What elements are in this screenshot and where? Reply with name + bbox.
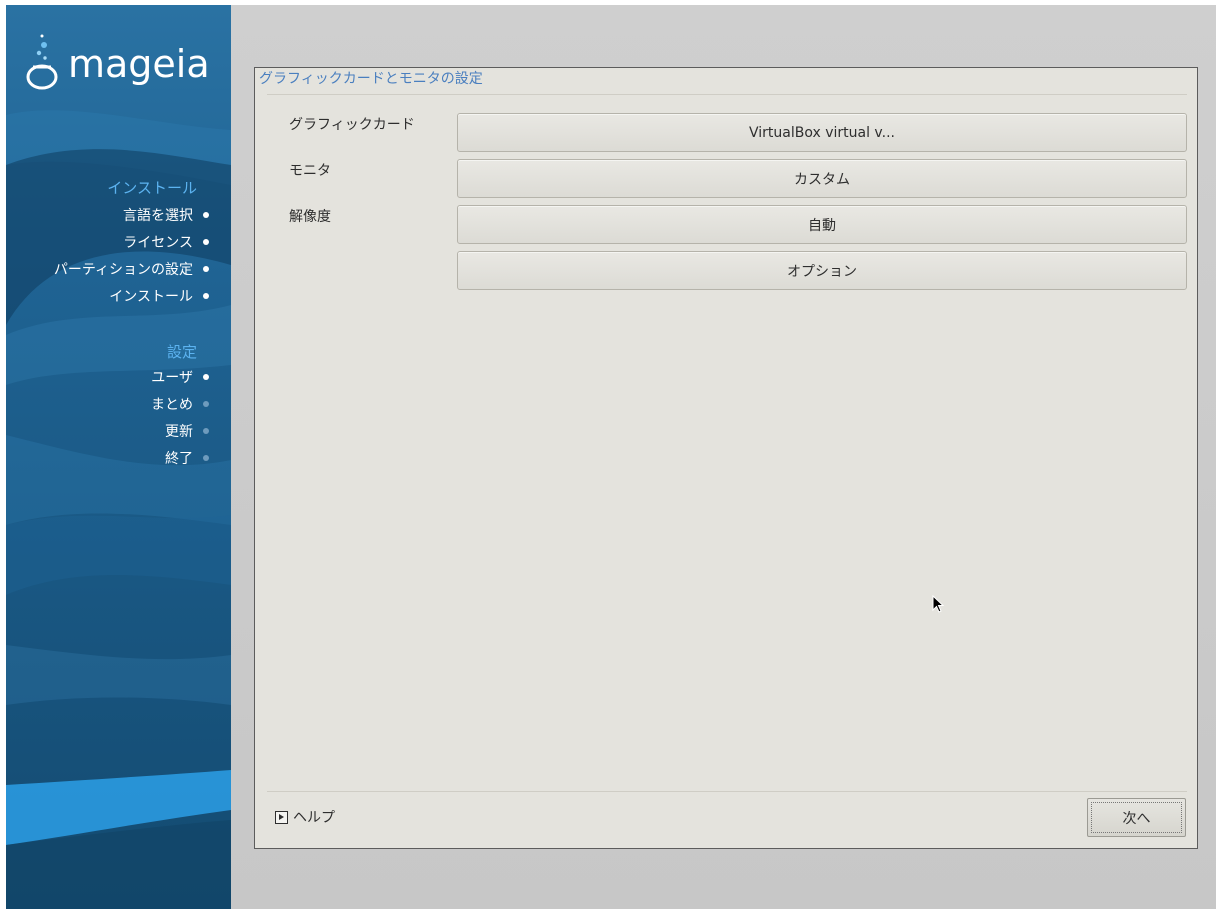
help-label: ヘルプ — [293, 810, 335, 826]
expander-arrow-icon — [275, 810, 288, 824]
step-update: 更新 — [165, 424, 193, 440]
title-divider — [267, 94, 1187, 95]
focus-ring — [1091, 802, 1182, 833]
section-title-config: 設定 — [166, 343, 197, 361]
step-summary: まとめ — [151, 397, 193, 413]
sidebar-background — [6, 5, 231, 909]
mageia-logo: mageia — [24, 25, 224, 95]
step-status-dot — [203, 266, 209, 272]
step-status-dot — [203, 455, 209, 461]
step-status-dot — [203, 239, 209, 245]
options-button[interactable]: オプション — [457, 251, 1187, 290]
step-finish: 終了 — [165, 451, 193, 467]
step-install: インストール — [109, 289, 193, 305]
help-toggle[interactable]: ヘルプ — [275, 807, 335, 827]
section-title-install: インストール — [107, 179, 197, 197]
step-status-dot — [203, 401, 209, 407]
step-license: ライセンス — [123, 235, 193, 251]
mouse-pointer-icon — [932, 595, 945, 613]
logo-text: mageia — [68, 42, 210, 86]
step-user: ユーザ — [151, 370, 193, 386]
resolution-button[interactable]: 自動 — [457, 205, 1187, 244]
step-status-dot — [203, 293, 209, 299]
step-partitioning: パーティションの設定 — [53, 262, 193, 278]
step-status-dot — [203, 212, 209, 218]
step-language: 言語を選択 — [123, 208, 193, 224]
installer-screen: mageia インストール 言語を選択 ライセンス パーティションの設定 インス… — [0, 0, 1216, 909]
step-status-dot — [203, 428, 209, 434]
graphics-card-button[interactable]: VirtualBox virtual v... — [457, 113, 1187, 152]
label-resolution: 解像度 — [289, 209, 331, 225]
next-button[interactable]: 次へ — [1087, 798, 1186, 837]
label-graphics-card: グラフィックカード — [289, 117, 415, 133]
footer-divider — [267, 791, 1187, 792]
step-status-dot — [203, 374, 209, 380]
label-monitor: モニタ — [289, 163, 331, 179]
sidebar: mageia インストール 言語を選択 ライセンス パーティションの設定 インス… — [6, 5, 231, 909]
panel-title: グラフィックカードとモニタの設定 — [259, 71, 483, 87]
monitor-button[interactable]: カスタム — [457, 159, 1187, 198]
